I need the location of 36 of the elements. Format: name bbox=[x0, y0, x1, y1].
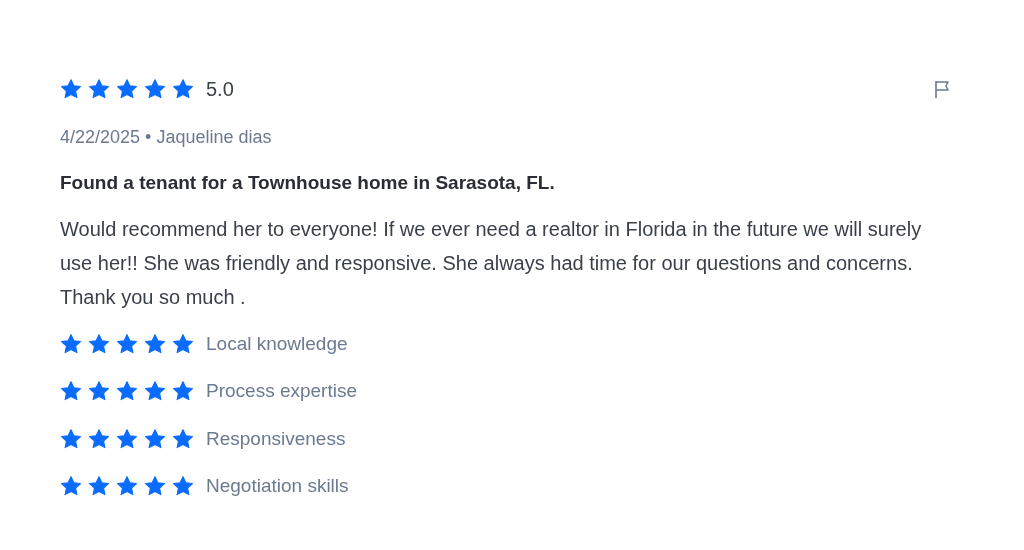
star-icon bbox=[88, 380, 110, 403]
category-label: Responsiveness bbox=[206, 426, 346, 451]
flag-icon[interactable] bbox=[934, 79, 952, 99]
review-date: 4/22/2025 bbox=[60, 126, 141, 149]
star-icon bbox=[172, 332, 194, 355]
category-label: Negotiation skills bbox=[206, 474, 349, 498]
review-text: Would recommend her to everyone! If we ever need a realtor in Florida in the future we will surely use her!! She was friendly and responsive. She always had time for our questions and concerns. Thank you so much . bbox=[60, 216, 923, 310]
star-icon bbox=[172, 380, 194, 403]
star-icon bbox=[144, 380, 166, 403]
star-icon bbox=[88, 475, 110, 498]
star-icon bbox=[116, 380, 138, 403]
star-icon bbox=[116, 78, 138, 100]
star-icon bbox=[172, 427, 194, 450]
star-icon bbox=[60, 332, 82, 355]
star-icon bbox=[172, 78, 194, 100]
rating-value: 5.0 bbox=[206, 77, 234, 102]
star-icon bbox=[88, 332, 110, 355]
star-icon bbox=[144, 332, 166, 355]
star-icon bbox=[88, 78, 110, 100]
star-icon bbox=[60, 78, 82, 100]
star-icon bbox=[144, 475, 166, 498]
star-icon bbox=[60, 475, 82, 498]
star-icon bbox=[60, 380, 82, 403]
category-label: Local knowledge bbox=[206, 331, 348, 356]
star-icon bbox=[116, 332, 138, 355]
star-icon bbox=[88, 427, 110, 450]
review-title: Found a tenant for a Townhouse home in Sarasota, FL. bbox=[60, 171, 556, 195]
reviewer-name: Jaqueline dias bbox=[156, 126, 272, 149]
star-icon bbox=[116, 427, 138, 450]
star-icon bbox=[60, 427, 82, 450]
star-icon bbox=[172, 475, 194, 498]
star-icon bbox=[144, 78, 166, 100]
star-icon bbox=[144, 427, 166, 450]
category-label: Process expertise bbox=[206, 379, 357, 403]
separator-dot: • bbox=[145, 126, 152, 149]
star-icon bbox=[116, 475, 138, 498]
